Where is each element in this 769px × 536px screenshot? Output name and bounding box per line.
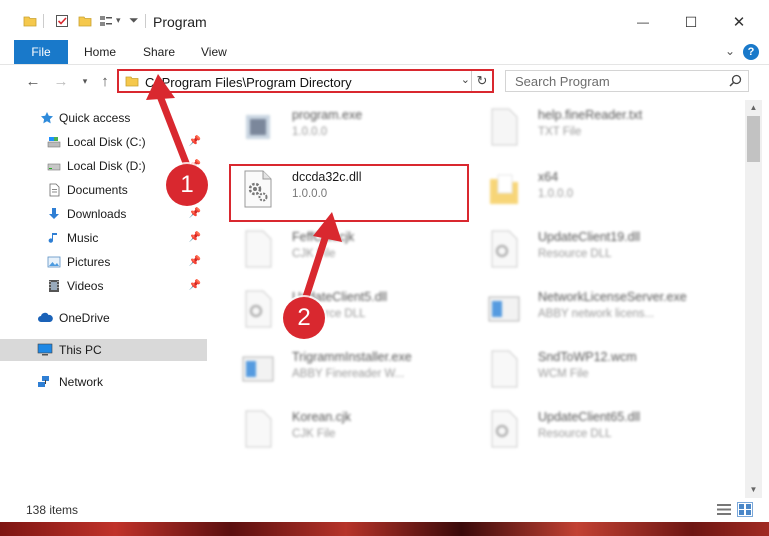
file-item-sndtowp12-wcm[interactable]: SndToWP12.wcm WCM File	[480, 345, 715, 395]
file-item-feffchk-cjk[interactable]: FeffChk.cjk CJK File	[234, 225, 469, 275]
music-icon	[48, 233, 57, 243]
chevron-down-icon[interactable]: ⌄	[461, 73, 470, 86]
divider	[145, 14, 146, 28]
scroll-up-button[interactable]: ▲	[745, 100, 762, 116]
nav-pictures[interactable]: Pictures 📌	[0, 251, 207, 273]
exe-icon	[246, 115, 270, 139]
tab-home[interactable]: Home	[84, 45, 116, 59]
nav-music[interactable]: Music 📌	[0, 227, 207, 249]
window-title: Program	[153, 14, 207, 30]
large-icons-view-icon[interactable]	[737, 502, 753, 517]
dll-gear-icon	[245, 290, 272, 328]
expand-ribbon-icon[interactable]: ⌄	[725, 44, 735, 58]
search-input[interactable]: Search Program	[515, 74, 610, 89]
search-icon	[729, 74, 742, 87]
tab-view[interactable]: View	[201, 45, 227, 59]
quick-access-toolbar-dropdown-icon[interactable]: ⏷	[129, 13, 139, 28]
nav-downloads[interactable]: Downloads 📌	[0, 203, 207, 225]
back-button[interactable]: ←	[22, 71, 44, 91]
documents-icon	[49, 183, 60, 197]
file-item-updateclient65-dll[interactable]: UpdateClient65.dll Resource DLL	[480, 405, 715, 455]
network-icon	[38, 376, 49, 387]
star-icon	[41, 112, 53, 124]
videos-icon	[49, 280, 59, 292]
callout-badge-1: 1	[166, 164, 208, 206]
details-view-icon[interactable]	[717, 503, 731, 516]
divider	[43, 14, 44, 28]
chevron-down-icon: ▾	[82, 75, 88, 86]
pin-icon[interactable]: 📌	[189, 232, 201, 243]
scroll-down-button[interactable]: ▼	[745, 482, 762, 498]
nav-this-pc[interactable]: This PC	[0, 339, 207, 361]
arrow-up-icon: ↑	[101, 72, 109, 90]
dll-gear-icon	[491, 410, 518, 448]
file-item-help-txt[interactable]: help.fineReader.txt TXT File	[480, 103, 715, 153]
cloud-icon	[38, 312, 53, 322]
new-folder-icon[interactable]	[78, 14, 92, 28]
refresh-icon: ↻	[476, 73, 488, 88]
navigation-bar: ← → ▾ ↑ C:\Program Files\Program Directo…	[0, 65, 769, 97]
file-item-program-exe[interactable]: program.exe 1.0.0.0	[234, 103, 469, 153]
status-bar: 138 items	[0, 498, 769, 522]
properties-icon[interactable]	[55, 14, 69, 28]
nav-videos[interactable]: Videos 📌	[0, 275, 207, 297]
dll-gear-icon	[491, 230, 518, 268]
ribbon-tabs: File Home Share View ⌄ ?	[0, 40, 769, 65]
forward-button[interactable]: →	[50, 71, 72, 91]
pin-icon[interactable]: 📌	[189, 208, 201, 219]
nav-quick-access[interactable]: Quick access	[0, 107, 207, 129]
file-item-updateclient5-dll[interactable]: UpdateClient5.dll Resource DLL	[234, 285, 469, 335]
txt-file-icon	[491, 108, 518, 146]
file-item-korean-cjk[interactable]: Korean.cjk CJK File	[234, 405, 469, 455]
drive-icon	[47, 137, 61, 148]
downloads-icon	[49, 208, 59, 219]
maximize-button[interactable]: ☐	[668, 8, 714, 36]
chevron-down-icon[interactable]: ▾	[116, 15, 121, 26]
blank-file-icon	[491, 350, 518, 388]
highlight-box	[229, 164, 469, 222]
folder-item-x64[interactable]: x64 1.0.0.0	[480, 165, 715, 215]
address-bar[interactable]: C:\Program Files\Program Directory ⌄ ↻	[117, 69, 494, 93]
folder-icon	[23, 16, 37, 27]
search-box[interactable]: Search Program	[505, 70, 749, 92]
navigation-pane: Quick access Local Disk (C:) 📌 Local Dis…	[0, 100, 210, 500]
computer-icon	[37, 343, 53, 356]
nav-onedrive[interactable]: OneDrive	[0, 307, 207, 329]
folder-icon	[125, 76, 139, 87]
address-path[interactable]: C:\Program Files\Program Directory	[145, 75, 352, 90]
vertical-scrollbar[interactable]: ▲ ▼	[745, 100, 762, 498]
file-item-updateclient19-dll[interactable]: UpdateClient19.dll Resource DLL	[480, 225, 715, 275]
scroll-thumb[interactable]	[747, 116, 760, 162]
nav-network[interactable]: Network	[0, 371, 207, 393]
callout-badge-2: 2	[283, 297, 325, 339]
recent-locations-button[interactable]: ▾	[74, 71, 96, 91]
pictures-icon	[47, 256, 61, 268]
tab-file[interactable]: File	[14, 40, 68, 64]
title-bar: ▾ ⏷ Program — ☐ ✕	[0, 0, 769, 40]
customize-icon[interactable]	[99, 14, 113, 28]
pin-icon[interactable]: 📌	[189, 256, 201, 267]
file-item-trigramminstaller-exe[interactable]: TrigrammInstaller.exe ABBY Finereader W.…	[234, 345, 469, 395]
pin-icon[interactable]: 📌	[189, 280, 201, 291]
file-item-networklicenseserver-exe[interactable]: NetworkLicenseServer.exe ABBY network li…	[480, 285, 715, 335]
help-button[interactable]: ?	[743, 44, 759, 60]
pin-icon[interactable]: 📌	[189, 136, 201, 147]
exe-window-icon	[242, 356, 274, 382]
blank-file-icon	[245, 230, 272, 268]
item-count: 138 items	[26, 503, 79, 517]
exe-window-icon	[488, 296, 520, 322]
up-button[interactable]: ↑	[94, 71, 116, 91]
minimize-button[interactable]: —	[620, 8, 666, 36]
tab-share[interactable]: Share	[143, 45, 175, 59]
drive-icon	[47, 163, 61, 171]
refresh-button[interactable]: ↻	[471, 71, 492, 91]
arrow-left-icon: ←	[25, 72, 41, 90]
folder-icon	[490, 174, 518, 204]
blank-file-icon	[245, 410, 272, 448]
desktop-background-strip	[0, 522, 769, 536]
arrow-right-icon: →	[53, 72, 69, 90]
close-button[interactable]: ✕	[716, 8, 762, 36]
nav-local-disk-c[interactable]: Local Disk (C:) 📌	[0, 131, 207, 153]
